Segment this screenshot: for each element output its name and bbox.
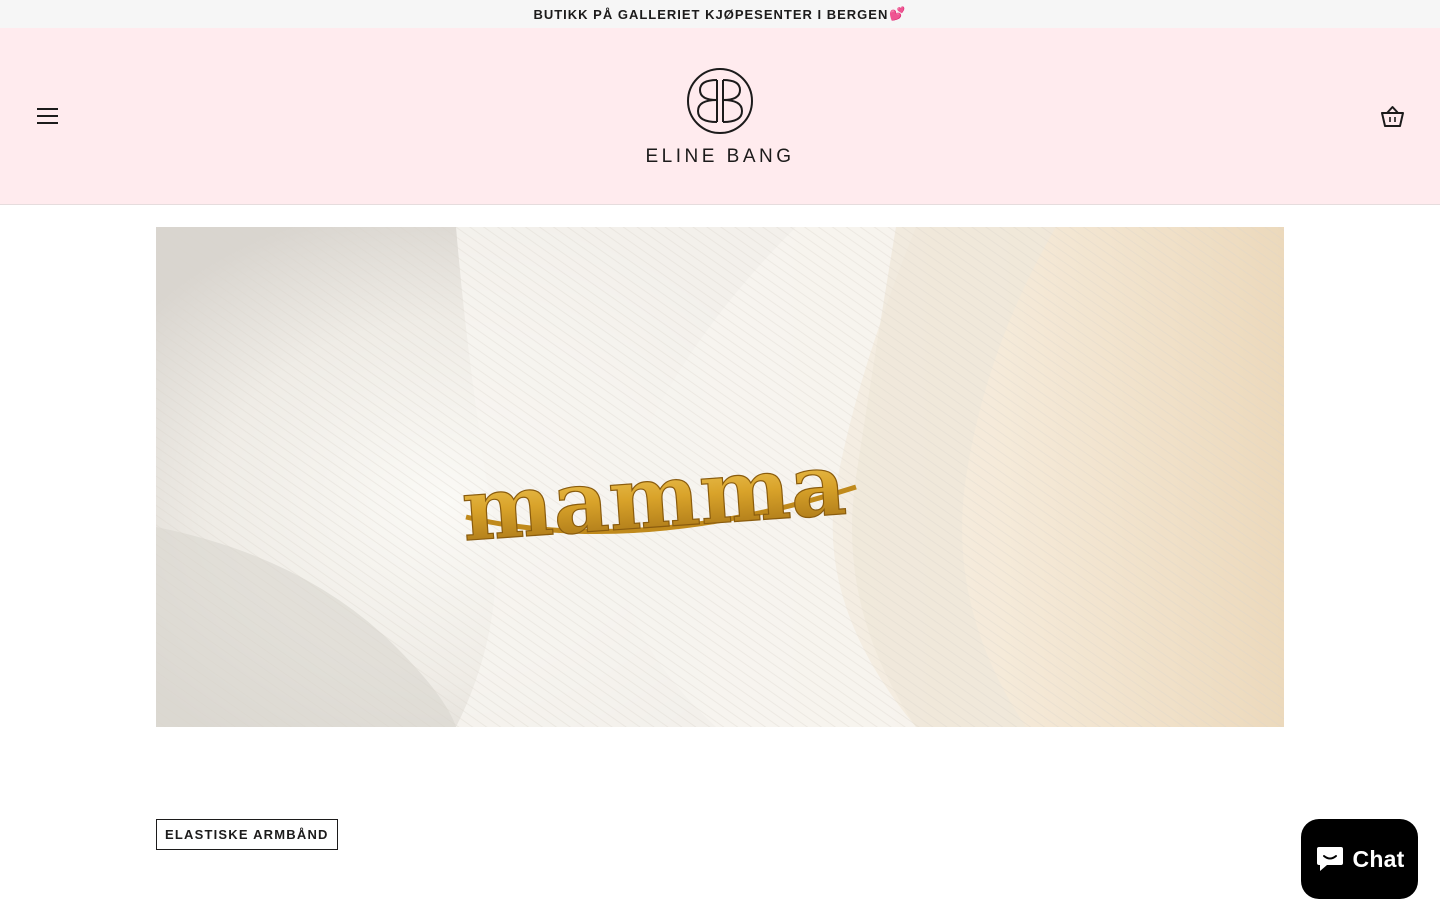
logo-monogram-icon	[687, 68, 753, 134]
ring-photo: mamma	[156, 227, 1284, 727]
site-header: ELINE BANG	[0, 28, 1440, 205]
collection-tag[interactable]: ELASTISKE ARMBÅND	[156, 819, 338, 850]
chat-label: Chat	[1352, 845, 1405, 872]
site-logo[interactable]: ELINE BANG	[620, 66, 820, 168]
hero-image[interactable]: mamma	[156, 227, 1284, 727]
shopping-basket-icon[interactable]	[1380, 105, 1405, 129]
hamburger-menu-icon[interactable]	[37, 108, 59, 124]
announcement-bar: BUTIKK PÅ GALLERIET KJØPESENTER I BERGEN…	[0, 0, 1440, 28]
announcement-text: BUTIKK PÅ GALLERIET KJØPESENTER I BERGEN	[533, 6, 889, 22]
logo-text: ELINE BANG	[645, 146, 795, 167]
chat-bubble-icon	[1316, 847, 1343, 871]
chat-button[interactable]: Chat	[1301, 819, 1418, 899]
hearts-emoji-icon: 💕	[889, 6, 907, 21]
